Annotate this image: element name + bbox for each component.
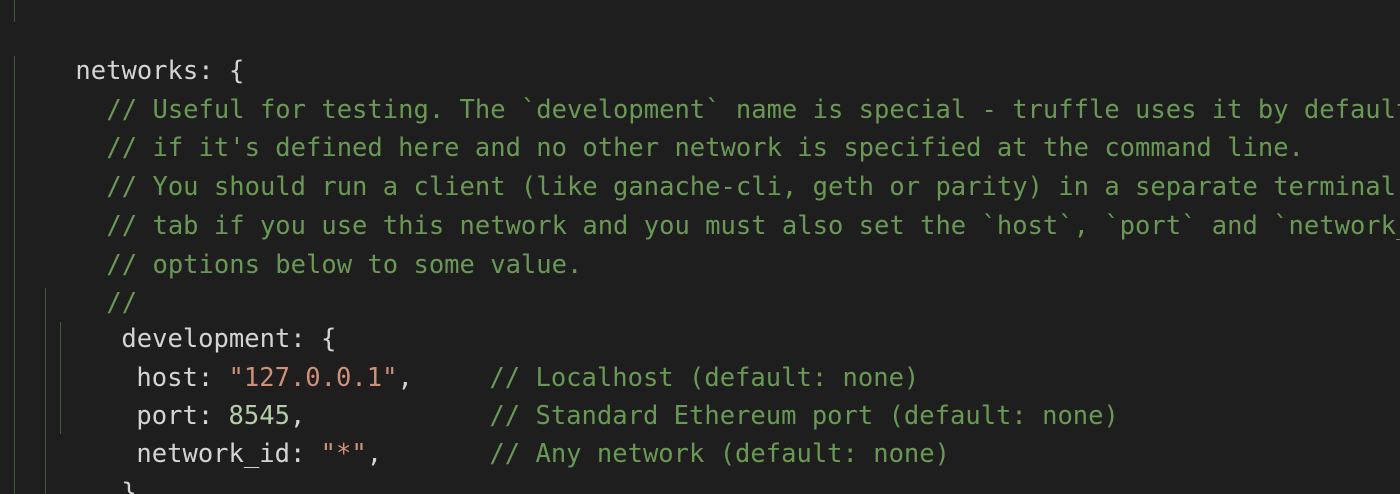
punctuation: , — [366, 439, 383, 469]
code-line[interactable]: // — [45, 246, 137, 318]
code-line[interactable]: // options below to some value. — [45, 208, 582, 280]
network-id-value: "*" — [320, 439, 367, 469]
code-line[interactable]: port: 8545, — [75, 359, 305, 431]
code-line[interactable]: development: { — [60, 282, 336, 354]
code-line[interactable]: // You should run a client (like ganache… — [45, 130, 1396, 202]
code-line[interactable]: // Standard Ethereum port (default: none… — [428, 359, 1118, 431]
code-line[interactable]: // Localhost (default: none) — [428, 321, 919, 393]
code-line[interactable]: network_id: "*", — [75, 397, 382, 469]
closing-brace: }, — [121, 478, 153, 494]
code-editor[interactable]: networks: { // Useful for testing. The `… — [0, 0, 1400, 494]
code-line[interactable]: // tab if you use this network and you m… — [45, 169, 1400, 241]
punctuation: , — [397, 363, 413, 393]
comment-text: // Any network (default: none) — [489, 439, 950, 469]
code-line[interactable]: networks: { — [14, 14, 244, 86]
code-line[interactable]: }, — [60, 436, 152, 494]
code-line[interactable]: // Useful for testing. The `development`… — [45, 53, 1400, 125]
code-line[interactable]: host: "127.0.0.1", — [75, 321, 412, 393]
comment-text: // options below to some value. — [106, 250, 583, 280]
code-line[interactable]: // Any network (default: none) — [428, 397, 950, 469]
network-id-key: network_id: — [136, 439, 321, 469]
code-line[interactable]: // if it's defined here and no other net… — [45, 91, 1303, 163]
